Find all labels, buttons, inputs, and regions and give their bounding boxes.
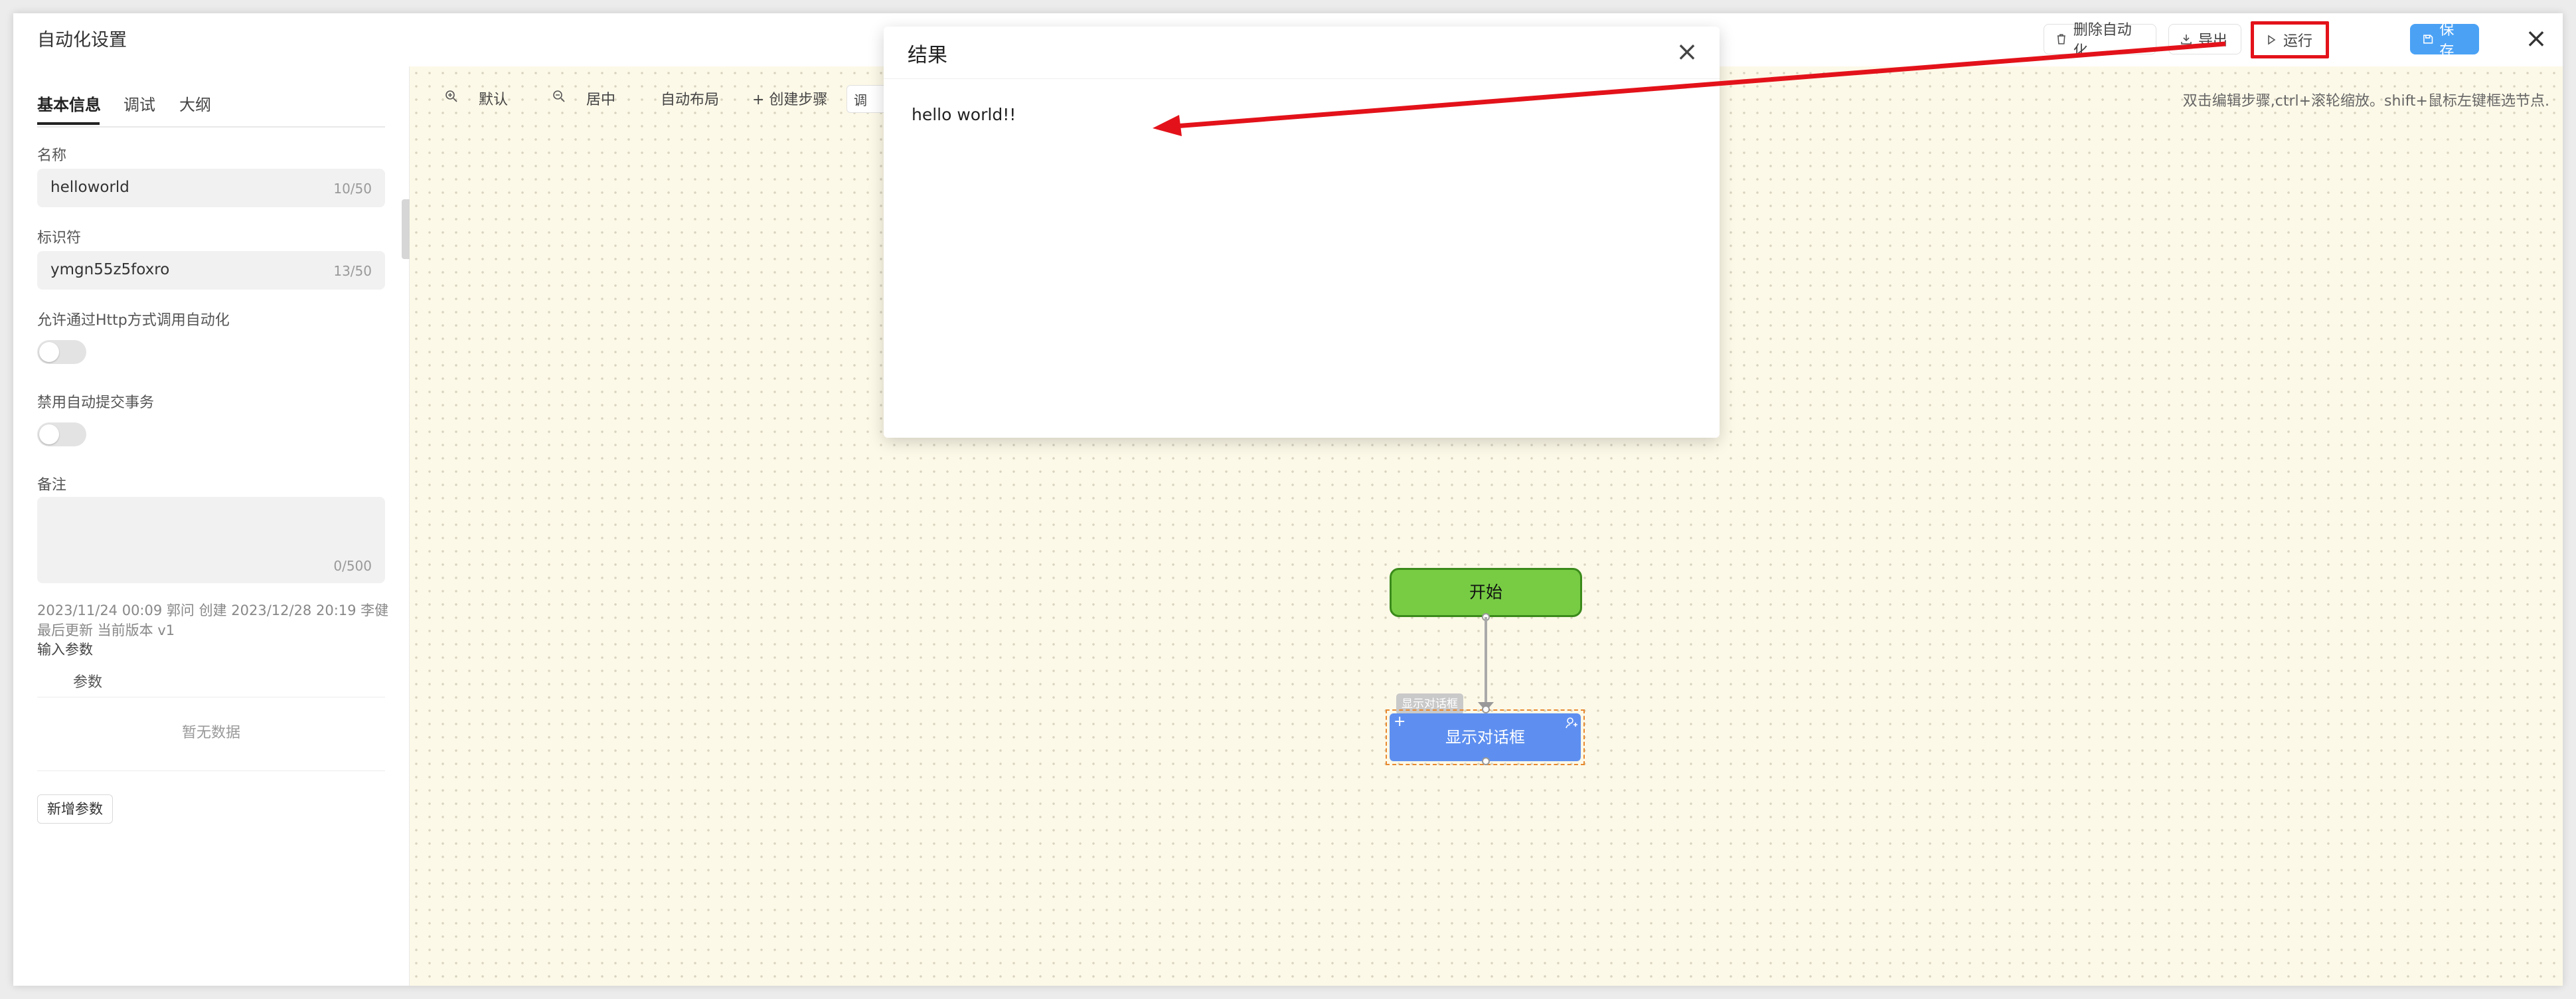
run-label: 运行 bbox=[2283, 33, 2313, 50]
auto-layout-button[interactable]: 自动布局 bbox=[661, 88, 719, 109]
input-params-label: 输入参数 bbox=[37, 642, 93, 658]
remark-char-count: 0/500 bbox=[333, 558, 372, 574]
params-empty-text: 暂无数据 bbox=[181, 725, 240, 741]
add-param-button[interactable]: 新增参数 bbox=[37, 794, 113, 824]
delete-automation-button[interactable]: 删除自动化 bbox=[2044, 22, 2156, 60]
result-dialog: 结果 × hello world!! bbox=[884, 27, 1720, 438]
play-icon bbox=[2268, 35, 2276, 45]
name-label: 名称 bbox=[37, 147, 67, 164]
params-column-header: 参数 bbox=[73, 674, 103, 691]
name-char-count: 10/50 bbox=[333, 181, 372, 197]
flow-connector bbox=[1485, 617, 1487, 709]
active-tab-indicator bbox=[37, 122, 100, 125]
canvas-hint: 双击编辑步骤,ctrl+滚轮缩放。shift+鼠标左键框选节点. bbox=[2182, 93, 2549, 110]
remark-label: 备注 bbox=[37, 477, 67, 494]
save-icon bbox=[2423, 35, 2433, 44]
center-button[interactable]: 居中 bbox=[586, 88, 615, 109]
identifier-label: 标识符 bbox=[37, 230, 82, 246]
tab-debug[interactable]: 调试 bbox=[123, 92, 155, 115]
version-meta: 2023/11/24 00:09 郭问 创建 2023/12/28 20:19 … bbox=[37, 602, 389, 638]
assign-user-icon[interactable] bbox=[1565, 716, 1578, 729]
save-button[interactable]: 保存 bbox=[2410, 22, 2479, 60]
zoom-out-icon[interactable] bbox=[552, 89, 566, 104]
params-table-header: 参数 bbox=[37, 661, 385, 697]
add-step-icon[interactable]: + bbox=[1394, 713, 1406, 730]
export-label: 导出 bbox=[2198, 33, 2228, 49]
identifier-char-count: 13/50 bbox=[333, 263, 372, 279]
disable-autocommit-toggle[interactable] bbox=[37, 422, 86, 446]
debug-label: 调 bbox=[854, 92, 867, 108]
close-dialog-icon[interactable]: × bbox=[1674, 39, 1700, 65]
sidebar: 基本信息 调试 大纲 名称 helloworld 10/50 标识符 ymgn5… bbox=[13, 66, 412, 986]
trash-icon bbox=[2057, 34, 2065, 45]
zoom-default-button[interactable]: 默认 bbox=[479, 88, 508, 109]
download-icon bbox=[2181, 35, 2192, 45]
result-text: hello world!! bbox=[912, 105, 1016, 124]
run-button[interactable]: 运行 bbox=[2251, 21, 2329, 58]
close-window-icon[interactable]: × bbox=[2523, 25, 2549, 52]
start-node[interactable]: 开始 bbox=[1390, 568, 1582, 617]
result-dialog-title: 结果 bbox=[908, 44, 947, 67]
remark-textarea[interactable]: 0/500 bbox=[37, 497, 385, 583]
dialog-node-input-port[interactable] bbox=[1482, 705, 1490, 713]
identifier-field[interactable]: ymgn55z5foxro 13/50 bbox=[37, 251, 385, 290]
export-button[interactable]: 导出 bbox=[2168, 24, 2241, 54]
tab-outline[interactable]: 大纲 bbox=[179, 92, 211, 115]
automation-settings-window: 自动化设置 删除自动化 导出 运行 保存 × 基本信息 调试 大纲 名称 hel… bbox=[13, 13, 2563, 986]
delete-automation-label: 删除自动化 bbox=[2073, 22, 2132, 60]
disable-autocommit-label: 禁用自动提交事务 bbox=[37, 395, 155, 411]
tab-basic-info[interactable]: 基本信息 bbox=[37, 92, 101, 115]
window-title: 自动化设置 bbox=[37, 30, 127, 50]
sidebar-tabs: 基本信息 调试 大纲 bbox=[37, 86, 385, 128]
dialog-divider bbox=[884, 78, 1720, 79]
identifier-value: ymgn55z5foxro bbox=[50, 261, 170, 278]
name-value: helloworld bbox=[50, 179, 129, 196]
debug-button[interactable]: 调 bbox=[846, 85, 888, 113]
http-call-toggle[interactable] bbox=[37, 340, 86, 364]
dialog-node[interactable]: 显示对话框 bbox=[1390, 713, 1581, 761]
http-call-label: 允许通过Http方式调用自动化 bbox=[37, 312, 230, 329]
zoom-in-icon[interactable] bbox=[444, 89, 459, 104]
save-label: 保存 bbox=[2439, 22, 2455, 60]
dialog-node-output-port[interactable] bbox=[1482, 757, 1490, 765]
create-step-button[interactable]: + 创建步骤 bbox=[752, 88, 827, 109]
name-field[interactable]: helloworld 10/50 bbox=[37, 169, 385, 207]
